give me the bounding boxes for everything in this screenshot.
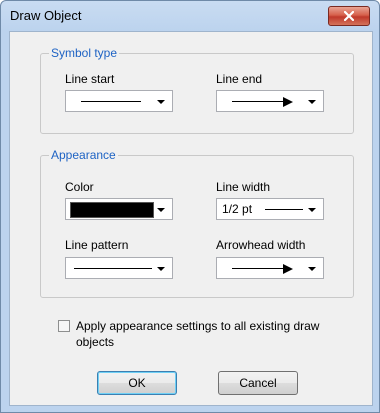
line-pattern-dropdown[interactable]: [65, 257, 173, 279]
line-start-dropdown[interactable]: [65, 90, 173, 112]
cancel-button[interactable]: Cancel: [218, 371, 298, 395]
line-width-sample-icon: [265, 209, 303, 210]
chevron-down-icon: [308, 267, 316, 271]
color-swatch: [70, 202, 154, 218]
chevron-down-icon: [157, 100, 165, 104]
arrowhead-icon: [283, 264, 293, 274]
line-start-label: Line start: [65, 72, 115, 86]
symbol-type-legend: Symbol type: [51, 46, 118, 60]
arrow-line-icon: [232, 268, 284, 269]
arrow-line-icon: [232, 101, 284, 102]
line-pattern-label: Line pattern: [65, 238, 129, 252]
apply-all-checkbox[interactable]: [58, 320, 70, 332]
apply-all-label[interactable]: Apply appearance settings to all existin…: [76, 318, 336, 350]
chevron-down-icon: [157, 208, 165, 212]
chevron-down-icon: [157, 267, 165, 271]
color-label: Color: [65, 180, 94, 194]
plain-line-icon: [81, 101, 141, 102]
close-button[interactable]: [328, 6, 370, 26]
arrowhead-width-dropdown[interactable]: [216, 257, 324, 279]
close-x-icon: [344, 11, 354, 21]
line-end-dropdown[interactable]: [216, 90, 324, 112]
line-width-dropdown[interactable]: 1/2 pt: [216, 198, 324, 220]
line-width-value: 1/2 pt: [222, 202, 253, 216]
ok-button[interactable]: OK: [97, 371, 177, 395]
arrowhead-icon: [283, 97, 293, 107]
chevron-down-icon: [308, 208, 316, 212]
chevron-down-icon: [308, 100, 316, 104]
line-width-label: Line width: [216, 180, 271, 194]
window-title: Draw Object: [10, 8, 82, 23]
dialog-window: Draw Object Symbol type Line start Line …: [0, 0, 380, 413]
line-end-label: Line end: [216, 72, 263, 86]
title-bar[interactable]: Draw Object: [1, 1, 379, 31]
color-dropdown[interactable]: [65, 198, 173, 220]
appearance-legend: Appearance: [51, 148, 116, 162]
dialog-body: Symbol type Line start Line end Appearan…: [9, 31, 373, 406]
arrowhead-width-label: Arrowhead width: [216, 238, 306, 252]
solid-line-icon: [74, 268, 152, 269]
